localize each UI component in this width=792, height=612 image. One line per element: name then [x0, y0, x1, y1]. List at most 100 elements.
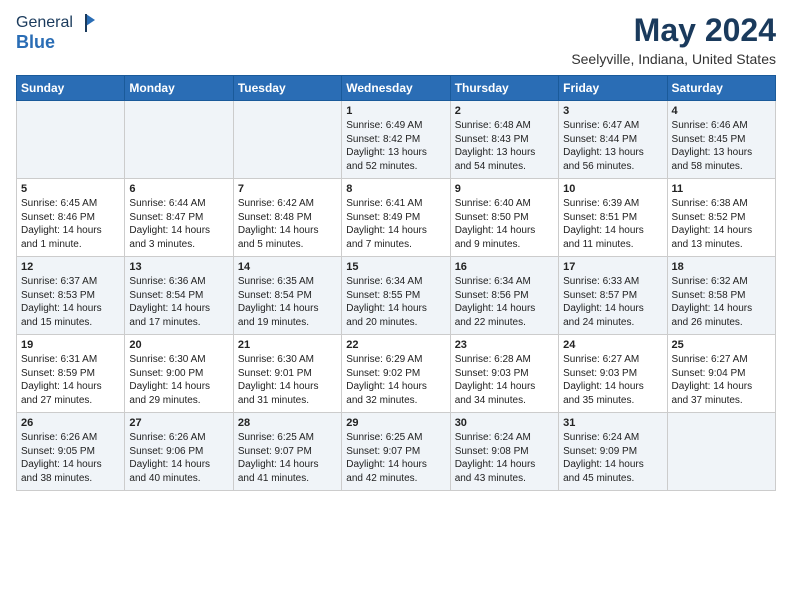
subtitle: Seelyville, Indiana, United States [571, 51, 776, 67]
calendar-cell: 29 Sunrise: 6:25 AM Sunset: 9:07 PM Dayli… [342, 413, 450, 491]
calendar-cell: 16 Sunrise: 6:34 AM Sunset: 8:56 PM Dayli… [450, 257, 558, 335]
day-number: 12 [21, 261, 120, 273]
calendar-cell: 30 Sunrise: 6:24 AM Sunset: 9:08 PM Dayli… [450, 413, 558, 491]
calendar-cell: 12 Sunrise: 6:37 AM Sunset: 8:53 PM Dayli… [17, 257, 125, 335]
day-number: 4 [672, 105, 771, 117]
page: General Blue May 2024 Seelyville, Indian… [0, 0, 792, 612]
day-info: Sunrise: 6:49 AM Sunset: 8:42 PM Dayligh… [346, 119, 445, 173]
main-title: May 2024 [571, 12, 776, 49]
calendar-cell: 21Sunrise: 6:30 AM Sunset: 9:01 PM Dayli… [233, 335, 341, 413]
calendar-cell: 14 Sunrise: 6:35 AM Sunset: 8:54 PM Dayli… [233, 257, 341, 335]
calendar-cell: 11Sunrise: 6:38 AM Sunset: 8:52 PM Dayli… [667, 179, 775, 257]
day-info: Sunrise: 6:42 AM Sunset: 8:48 PM Dayligh… [238, 197, 337, 251]
col-header-wednesday: Wednesday [342, 76, 450, 101]
calendar-cell: 3 Sunrise: 6:47 AM Sunset: 8:44 PM Daylig… [559, 101, 667, 179]
calendar-cell: 25 Sunrise: 6:27 AM Sunset: 9:04 PM Dayli… [667, 335, 775, 413]
calendar-table: SundayMondayTuesdayWednesdayThursdayFrid… [16, 75, 776, 491]
week-row-1: 1 Sunrise: 6:49 AM Sunset: 8:42 PM Daylig… [17, 101, 776, 179]
day-number: 22 [346, 339, 445, 351]
day-number: 23 [455, 339, 554, 351]
day-info: Sunrise: 6:34 AM Sunset: 8:56 PM Dayligh… [455, 275, 554, 329]
col-header-sunday: Sunday [17, 76, 125, 101]
col-header-thursday: Thursday [450, 76, 558, 101]
header: General Blue May 2024 Seelyville, Indian… [16, 12, 776, 67]
day-number: 31 [563, 417, 662, 429]
day-number: 16 [455, 261, 554, 273]
day-info: Sunrise: 6:44 AM Sunset: 8:47 PM Dayligh… [129, 197, 228, 251]
day-info: Sunrise: 6:25 AM Sunset: 9:07 PM Dayligh… [346, 431, 445, 485]
day-number: 28 [238, 417, 337, 429]
calendar-cell: 4 Sunrise: 6:46 AM Sunset: 8:45 PM Daylig… [667, 101, 775, 179]
calendar-cell: 26 Sunrise: 6:26 AM Sunset: 9:05 PM Dayli… [17, 413, 125, 491]
calendar-cell: 20 Sunrise: 6:30 AM Sunset: 9:00 PM Dayli… [125, 335, 233, 413]
day-info: Sunrise: 6:37 AM Sunset: 8:53 PM Dayligh… [21, 275, 120, 329]
day-info: Sunrise: 6:30 AM Sunset: 9:01 PM Dayligh… [238, 353, 337, 407]
day-number: 29 [346, 417, 445, 429]
calendar-cell: 24 Sunrise: 6:27 AM Sunset: 9:03 PM Dayli… [559, 335, 667, 413]
day-info: Sunrise: 6:39 AM Sunset: 8:51 PM Dayligh… [563, 197, 662, 251]
week-row-4: 19 Sunrise: 6:31 AM Sunset: 8:59 PM Dayli… [17, 335, 776, 413]
week-row-3: 12 Sunrise: 6:37 AM Sunset: 8:53 PM Dayli… [17, 257, 776, 335]
title-block: May 2024 Seelyville, Indiana, United Sta… [571, 12, 776, 67]
logo-blue-text: Blue [16, 32, 97, 53]
calendar-cell: 6 Sunrise: 6:44 AM Sunset: 8:47 PM Daylig… [125, 179, 233, 257]
week-row-5: 26 Sunrise: 6:26 AM Sunset: 9:05 PM Dayli… [17, 413, 776, 491]
logo: General Blue [16, 12, 97, 53]
calendar-cell: 1 Sunrise: 6:49 AM Sunset: 8:42 PM Daylig… [342, 101, 450, 179]
calendar-cell: 31Sunrise: 6:24 AM Sunset: 9:09 PM Dayli… [559, 413, 667, 491]
day-info: Sunrise: 6:38 AM Sunset: 8:52 PM Dayligh… [672, 197, 771, 251]
logo-icon [75, 12, 97, 34]
day-number: 6 [129, 183, 228, 195]
day-number: 5 [21, 183, 120, 195]
calendar-cell: 5 Sunrise: 6:45 AM Sunset: 8:46 PM Daylig… [17, 179, 125, 257]
day-info: Sunrise: 6:27 AM Sunset: 9:03 PM Dayligh… [563, 353, 662, 407]
day-number: 27 [129, 417, 228, 429]
week-row-2: 5 Sunrise: 6:45 AM Sunset: 8:46 PM Daylig… [17, 179, 776, 257]
day-info: Sunrise: 6:29 AM Sunset: 9:02 PM Dayligh… [346, 353, 445, 407]
day-info: Sunrise: 6:26 AM Sunset: 9:05 PM Dayligh… [21, 431, 120, 485]
col-header-saturday: Saturday [667, 76, 775, 101]
logo-general-text: General [16, 14, 73, 32]
calendar-cell [233, 101, 341, 179]
day-number: 1 [346, 105, 445, 117]
day-number: 24 [563, 339, 662, 351]
day-number: 19 [21, 339, 120, 351]
day-info: Sunrise: 6:27 AM Sunset: 9:04 PM Dayligh… [672, 353, 771, 407]
day-info: Sunrise: 6:47 AM Sunset: 8:44 PM Dayligh… [563, 119, 662, 173]
day-info: Sunrise: 6:30 AM Sunset: 9:00 PM Dayligh… [129, 353, 228, 407]
day-number: 7 [238, 183, 337, 195]
day-number: 15 [346, 261, 445, 273]
day-number: 9 [455, 183, 554, 195]
day-info: Sunrise: 6:40 AM Sunset: 8:50 PM Dayligh… [455, 197, 554, 251]
day-number: 14 [238, 261, 337, 273]
day-info: Sunrise: 6:28 AM Sunset: 9:03 PM Dayligh… [455, 353, 554, 407]
day-number: 25 [672, 339, 771, 351]
day-info: Sunrise: 6:35 AM Sunset: 8:54 PM Dayligh… [238, 275, 337, 329]
calendar-cell: 18 Sunrise: 6:32 AM Sunset: 8:58 PM Dayli… [667, 257, 775, 335]
day-number: 13 [129, 261, 228, 273]
day-number: 26 [21, 417, 120, 429]
col-header-friday: Friday [559, 76, 667, 101]
day-info: Sunrise: 6:24 AM Sunset: 9:08 PM Dayligh… [455, 431, 554, 485]
calendar-cell: 17Sunrise: 6:33 AM Sunset: 8:57 PM Dayli… [559, 257, 667, 335]
calendar-cell: 8Sunrise: 6:41 AM Sunset: 8:49 PM Daylig… [342, 179, 450, 257]
day-info: Sunrise: 6:45 AM Sunset: 8:46 PM Dayligh… [21, 197, 120, 251]
calendar-cell: 22 Sunrise: 6:29 AM Sunset: 9:02 PM Dayli… [342, 335, 450, 413]
day-info: Sunrise: 6:26 AM Sunset: 9:06 PM Dayligh… [129, 431, 228, 485]
day-info: Sunrise: 6:36 AM Sunset: 8:54 PM Dayligh… [129, 275, 228, 329]
calendar-cell: 15Sunrise: 6:34 AM Sunset: 8:55 PM Dayli… [342, 257, 450, 335]
calendar-cell [17, 101, 125, 179]
day-number: 20 [129, 339, 228, 351]
calendar-cell: 27 Sunrise: 6:26 AM Sunset: 9:06 PM Dayli… [125, 413, 233, 491]
day-info: Sunrise: 6:32 AM Sunset: 8:58 PM Dayligh… [672, 275, 771, 329]
calendar-cell: 9 Sunrise: 6:40 AM Sunset: 8:50 PM Daylig… [450, 179, 558, 257]
day-info: Sunrise: 6:31 AM Sunset: 8:59 PM Dayligh… [21, 353, 120, 407]
day-info: Sunrise: 6:33 AM Sunset: 8:57 PM Dayligh… [563, 275, 662, 329]
day-number: 30 [455, 417, 554, 429]
day-info: Sunrise: 6:25 AM Sunset: 9:07 PM Dayligh… [238, 431, 337, 485]
day-number: 3 [563, 105, 662, 117]
day-number: 18 [672, 261, 771, 273]
calendar-cell: 7 Sunrise: 6:42 AM Sunset: 8:48 PM Daylig… [233, 179, 341, 257]
day-info: Sunrise: 6:46 AM Sunset: 8:45 PM Dayligh… [672, 119, 771, 173]
day-number: 10 [563, 183, 662, 195]
